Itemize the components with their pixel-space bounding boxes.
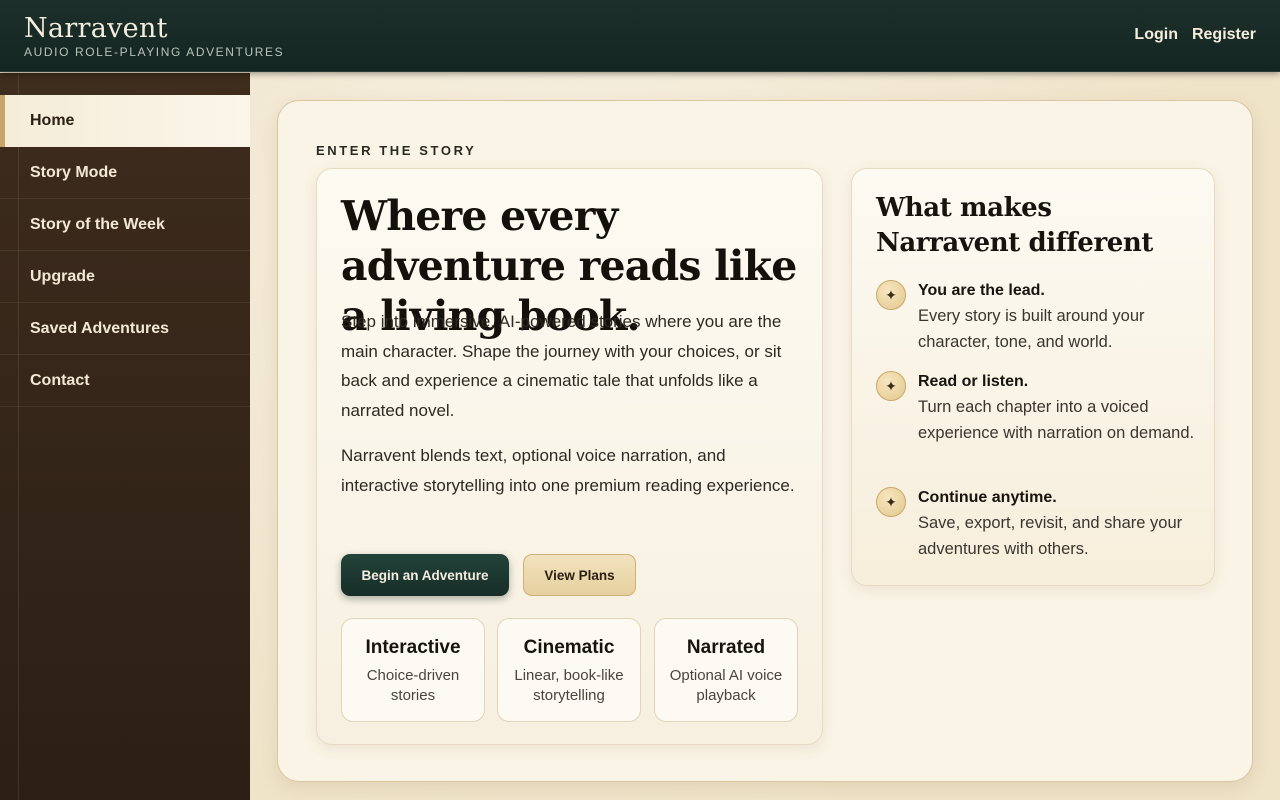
feature-body: You are the lead. Every story is built a… xyxy=(918,280,1196,355)
features-title: What makes Narravent different xyxy=(876,193,1153,258)
feature-heading: Continue anytime. xyxy=(918,489,1057,506)
feature-text: Save, export, revisit, and share your ad… xyxy=(918,514,1183,558)
sidebar-item-label: Upgrade xyxy=(30,267,95,285)
sparkle-icon: ✦ xyxy=(876,487,906,517)
sidebar-item-story-mode[interactable]: Story Mode xyxy=(0,147,250,199)
mode-description: Choice-driven stories xyxy=(366,667,460,704)
sidebar-item-label: Story Mode xyxy=(30,163,118,181)
feature-body: Read or listen. Turn each chapter into a… xyxy=(918,371,1196,446)
hero-panel: ENTER THE STORY Where every adventure re… xyxy=(277,100,1253,782)
top-navigation-bar: Narravent AUDIO ROLE-PLAYING ADVENTURES … xyxy=(0,0,1280,72)
sidebar-item-label: Contact xyxy=(30,371,90,389)
sidebar-item-saved-adventures[interactable]: Saved Adventures xyxy=(0,303,250,355)
feature-text: Every story is built around your charact… xyxy=(918,307,1145,351)
sidebar-item-story-of-the-week[interactable]: Story of the Week xyxy=(0,199,250,251)
feature-body: Continue anytime. Save, export, revisit,… xyxy=(918,487,1196,562)
sidebar: Home Story Mode Story of the Week Upgrad… xyxy=(0,73,250,800)
feature-heading: You are the lead. xyxy=(918,282,1045,299)
sidebar-item-home[interactable]: Home xyxy=(0,95,250,147)
brand[interactable]: Narravent AUDIO ROLE-PLAYING ADVENTURES xyxy=(24,13,285,60)
section-eyebrow: ENTER THE STORY xyxy=(316,143,477,158)
sidebar-item-upgrade[interactable]: Upgrade xyxy=(0,251,250,303)
sidebar-nav: Home Story Mode Story of the Week Upgrad… xyxy=(0,95,250,407)
sidebar-item-label: Story of the Week xyxy=(30,215,165,233)
sparkle-icon: ✦ xyxy=(876,371,906,401)
mode-title: Narrated xyxy=(686,637,766,658)
login-link[interactable]: Login xyxy=(1134,26,1178,44)
sidebar-item-label: Home xyxy=(30,111,75,129)
hero-paragraph-2: Narravent blends text, optional voice na… xyxy=(341,446,795,495)
features-card: What makes Narravent different ✦ You are… xyxy=(851,168,1215,586)
brand-tagline: AUDIO ROLE-PLAYING ADVENTURES xyxy=(24,45,285,59)
mode-title: Cinematic xyxy=(523,637,615,658)
auth-links: Login Register xyxy=(1134,26,1256,44)
hero-card: Where every adventure reads like a livin… xyxy=(316,168,823,745)
sidebar-item-contact[interactable]: Contact xyxy=(0,355,250,407)
register-link[interactable]: Register xyxy=(1192,26,1256,44)
mode-card-interactive: Interactive Choice-driven stories xyxy=(341,618,485,722)
feature-heading: Read or listen. xyxy=(918,373,1029,390)
mode-description: Linear, book-like storytelling xyxy=(514,667,624,704)
mode-card-narrated: Narrated Optional AI voice playback xyxy=(654,618,798,722)
mode-card-cinematic: Cinematic Linear, book-like storytelling xyxy=(497,618,641,722)
mode-cards: Interactive Choice-driven stories Cinema… xyxy=(341,618,798,722)
mode-title: Interactive xyxy=(365,637,461,658)
begin-adventure-button[interactable]: Begin an Adventure xyxy=(341,554,509,596)
brand-name: Narravent xyxy=(24,13,168,44)
sparkle-icon: ✦ xyxy=(876,280,906,310)
main-content: ENTER THE STORY Where every adventure re… xyxy=(250,73,1280,800)
sidebar-item-label: Saved Adventures xyxy=(30,319,170,337)
view-plans-button[interactable]: View Plans xyxy=(523,554,636,596)
hero-paragraph-1: Step into immersive, AI-powered stories … xyxy=(341,312,782,420)
mode-description: Optional AI voice playback xyxy=(669,667,783,704)
feature-text: Turn each chapter into a voiced experien… xyxy=(918,398,1195,442)
